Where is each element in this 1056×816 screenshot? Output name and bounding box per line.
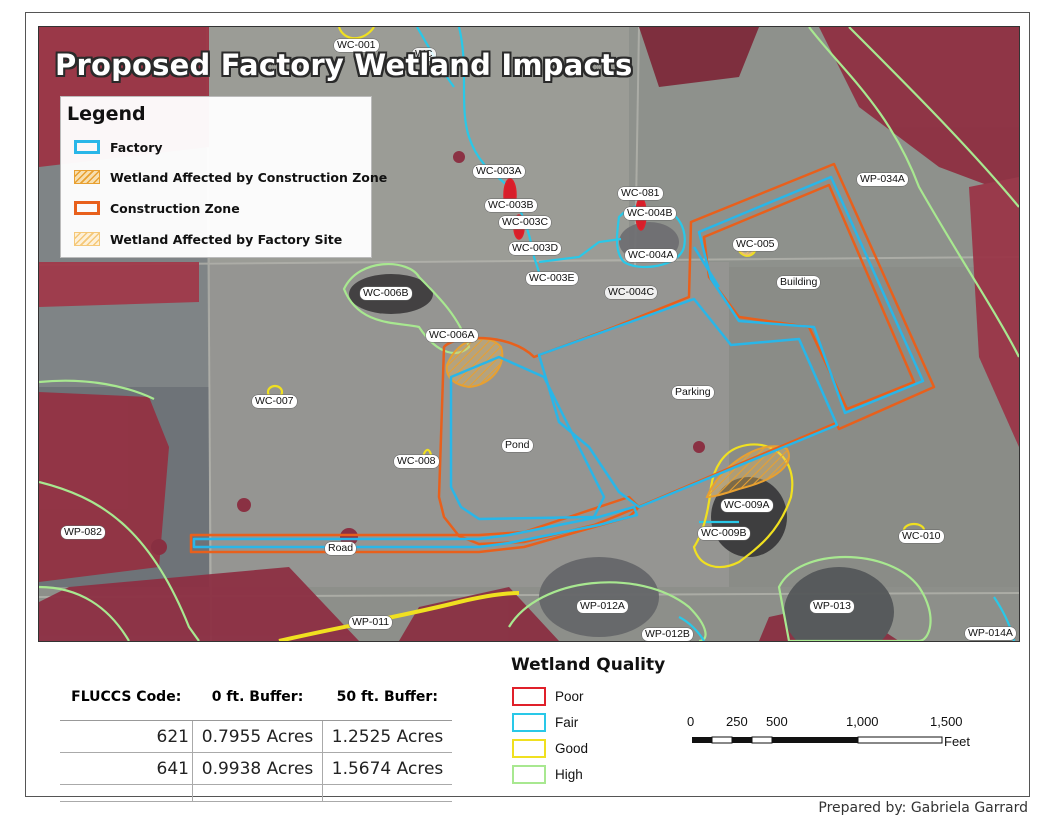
- cell-0ft: 0.9938 Acres: [191, 752, 323, 785]
- construction-wetland-swatch: [74, 170, 100, 184]
- scale-tick-1000: 1,000: [846, 714, 879, 729]
- wq-item-poor: Poor: [512, 686, 584, 706]
- scale-tick-1500: 1,500: [930, 714, 963, 729]
- label-pond: Pond: [502, 439, 533, 452]
- wq-label-poor: Poor: [555, 688, 584, 704]
- cell-code: 641: [60, 752, 193, 785]
- scale-unit: Feet: [944, 734, 971, 749]
- table-row: 641 0.9938 Acres 1.5674 Acres: [60, 752, 452, 785]
- label-wp034a: WP-034A: [857, 173, 908, 186]
- legend-label-construction: Construction Zone: [110, 200, 240, 216]
- wetland-quality-title: Wetland Quality: [511, 655, 666, 675]
- scale-tick-500: 500: [766, 714, 788, 729]
- legend-label-factory: Factory: [110, 139, 163, 155]
- cell-50ft: 1.5674 Acres: [322, 752, 452, 785]
- label-wc003a: WC-003A: [473, 165, 525, 178]
- label-wc004a: WC-004A: [625, 249, 677, 262]
- label-wp011: WP-011: [349, 616, 393, 629]
- table-header-row: FLUCCS Code: 0 ft. Buffer: 50 ft. Buffer…: [60, 674, 452, 721]
- legend-label-wetland-factory: Wetland Affected by Factory Site: [110, 231, 343, 247]
- cell-0ft: 0.7955 Acres: [191, 720, 323, 753]
- label-wp082: WP-082: [61, 526, 105, 539]
- factory-wetland-swatch: [74, 232, 100, 246]
- label-road: Road: [325, 542, 357, 555]
- label-wc009a: WC-009A: [721, 499, 773, 512]
- legend-item-construction: Construction Zone: [74, 199, 240, 217]
- label-wc004c: WC-004C: [605, 286, 658, 299]
- legend-item-wetland-construction: Wetland Affected by Construction Zone: [74, 168, 387, 186]
- label-wc006a: WC-006A: [426, 329, 478, 342]
- label-wc003e: WC-003E: [526, 272, 578, 285]
- legend-item-wetland-factory: Wetland Affected by Factory Site: [74, 230, 342, 248]
- label-wc005: WC-005: [733, 238, 778, 251]
- label-wc007: WC-007: [252, 395, 297, 408]
- scale-bar-graphic: [692, 736, 943, 744]
- wq-label-fair: Fair: [555, 714, 579, 730]
- map-title: Proposed Factory Wetland Impacts: [55, 48, 633, 82]
- label-wc003d: WC-003D: [509, 242, 562, 255]
- spacer-cell: [60, 784, 193, 802]
- label-wc010: WC-010: [899, 530, 944, 543]
- label-wc003c: WC-003C: [499, 216, 552, 229]
- veg-wp012: [539, 557, 659, 637]
- label-building: Building: [777, 276, 821, 289]
- label-wc081: WC-081: [618, 187, 663, 200]
- label-wc008: WC-008: [394, 455, 439, 468]
- legend-title: Legend: [67, 103, 146, 125]
- header-0ft-buffer: 0 ft. Buffer:: [192, 674, 323, 721]
- map-legend: Legend Factory Wetland Affected by Const…: [60, 96, 387, 258]
- spacer-cell: [191, 784, 323, 802]
- fluccs-table: FLUCCS Code: 0 ft. Buffer: 50 ft. Buffer…: [60, 674, 452, 802]
- table-row-spacer: [60, 784, 452, 802]
- header-50ft-buffer: 50 ft. Buffer:: [322, 674, 452, 721]
- label-wp013: WP-013: [810, 600, 854, 613]
- cell-50ft: 1.2525 Acres: [322, 720, 452, 753]
- wq-item-good: Good: [512, 738, 588, 758]
- wq-item-fair: Fair: [512, 712, 578, 732]
- label-wc004b: WC-004B: [624, 207, 676, 220]
- factory-swatch: [74, 140, 100, 154]
- fair-swatch: [512, 712, 546, 732]
- label-wc003b: WC-003B: [485, 199, 537, 212]
- scale-tick-0: 0: [687, 714, 695, 729]
- header-fluccs-code: FLUCCS Code:: [60, 674, 193, 721]
- label-wp012b: WP-012B: [642, 628, 693, 641]
- label-wp014a: WP-014A: [965, 627, 1016, 640]
- spacer-cell: [322, 784, 452, 802]
- label-wc009b: WC-009B: [698, 527, 750, 540]
- table-row: 621 0.7955 Acres 1.2525 Acres: [60, 720, 452, 753]
- label-wc006b: WC-006B: [360, 287, 412, 300]
- poor-swatch: [512, 686, 546, 706]
- wq-item-high: High: [512, 764, 583, 784]
- good-swatch: [512, 738, 546, 758]
- veg-nw2: [39, 262, 199, 307]
- wq-label-good: Good: [555, 740, 589, 756]
- legend-item-factory: Factory: [74, 138, 163, 156]
- wq-label-high: High: [555, 766, 583, 782]
- cell-code: 621: [60, 720, 193, 753]
- label-wp012a: WP-012A: [577, 600, 628, 613]
- scale-tick-250: 250: [726, 714, 748, 729]
- construction-swatch: [74, 201, 100, 215]
- legend-label-wetland-construction: Wetland Affected by Construction Zone: [110, 169, 388, 185]
- high-swatch: [512, 764, 546, 784]
- label-parking: Parking: [672, 386, 714, 399]
- credit-footer: Prepared by: Gabriela Garrard: [818, 800, 1028, 816]
